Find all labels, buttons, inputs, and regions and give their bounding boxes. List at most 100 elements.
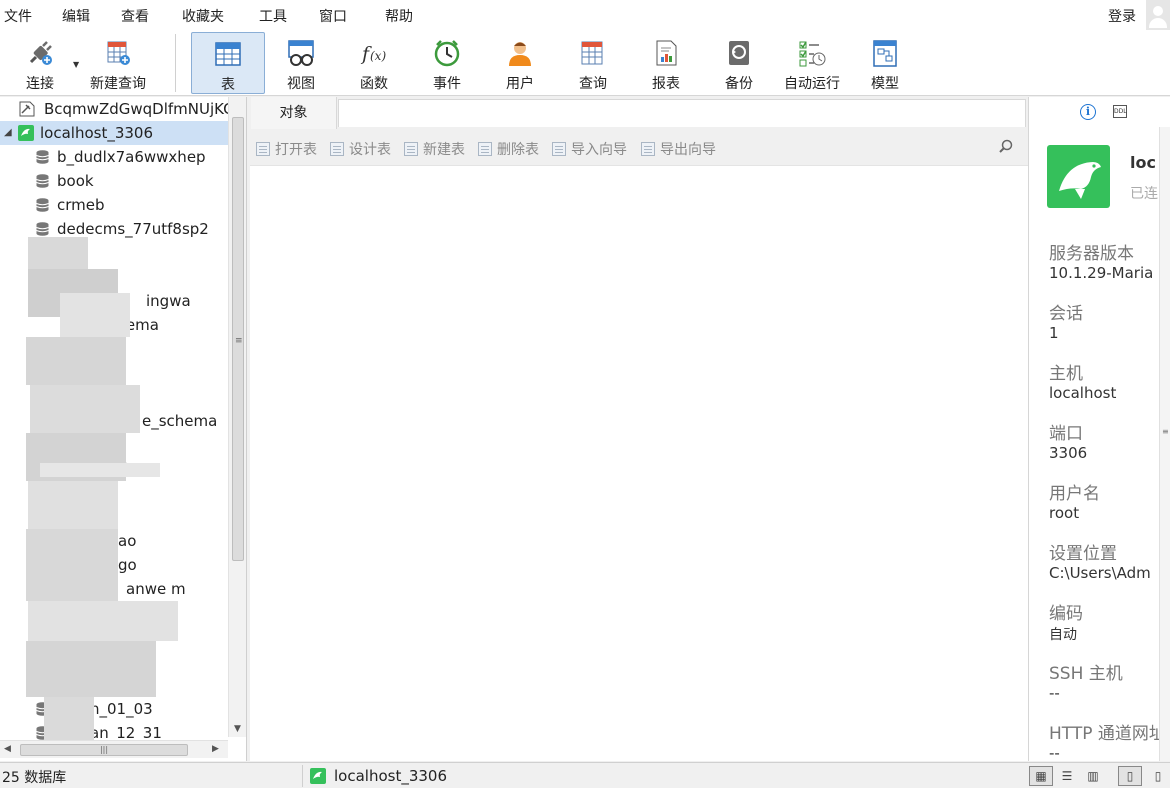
menu-file[interactable]: 文件 [4, 6, 32, 26]
tree-database-item[interactable]: n_01_03 [0, 697, 228, 721]
tree-connection-localhost[interactable]: ◢ localhost_3306 [0, 121, 228, 145]
open-table-button[interactable]: 打开表 [256, 139, 317, 159]
list-view-icon[interactable]: ▦ [1029, 766, 1053, 786]
mariadb-connection-icon [310, 768, 326, 784]
info-label: 会话 [1049, 304, 1083, 324]
search-icon[interactable] [998, 139, 1014, 155]
report-label: 报表 [652, 76, 680, 92]
new-table-label: 新建表 [423, 142, 465, 158]
navicat-window: 文件 编辑 查看 收藏夹 工具 窗口 帮助 登录 连接 ▼ 新建查询 表 视图 … [0, 0, 1170, 788]
new-table-button[interactable]: 新建表 [404, 139, 465, 159]
automation-label: 自动运行 [784, 76, 840, 92]
tab-objects[interactable]: 对象 [251, 97, 337, 129]
connect-dropdown-icon[interactable]: ▼ [73, 60, 79, 69]
plug-icon [29, 41, 52, 65]
design-table-label: 设计表 [349, 142, 391, 158]
backup-button[interactable]: 备份 [706, 32, 772, 94]
delete-table-label: 删除表 [497, 142, 539, 158]
menu-tools[interactable]: 工具 [259, 6, 287, 26]
query-label: 查询 [579, 76, 607, 92]
toggle-right-panel-icon[interactable]: ▯ [1146, 766, 1170, 786]
menu-edit[interactable]: 编辑 [62, 6, 90, 26]
event-label: 事件 [433, 76, 461, 92]
export-wizard-label: 导出向导 [660, 142, 716, 158]
connect-label: 连接 [26, 76, 54, 92]
login-link[interactable]: 登录 [1108, 6, 1136, 26]
database-name: ao [118, 532, 137, 550]
report-icon [656, 40, 677, 66]
ddl-icon[interactable]: DDL [1113, 105, 1127, 118]
connection-tree[interactable]: BcqmwZdGwqDlfmNUjKC ▲ ◢ localhost_3306 b… [0, 97, 247, 761]
view-icon [288, 40, 314, 66]
query-button[interactable]: 查询 [560, 32, 626, 94]
menu-favorites[interactable]: 收藏夹 [182, 6, 224, 26]
tree-database-item[interactable]: b_dudlx7a6wwxhep [0, 145, 228, 169]
info-icon[interactable]: i [1080, 104, 1096, 120]
connect-button[interactable]: 连接 [8, 32, 72, 94]
automation-icon [799, 41, 826, 67]
info-panel-scrollbar[interactable]: ≡ [1159, 127, 1170, 761]
model-label: 模型 [871, 76, 899, 92]
import-wizard-button[interactable]: 导入向导 [552, 139, 627, 159]
object-list-area[interactable] [250, 165, 1028, 761]
database-name: go [118, 556, 137, 574]
design-table-button[interactable]: 设计表 [330, 139, 391, 159]
database-name: ingwa [146, 292, 191, 310]
info-label: 用户名 [1049, 484, 1100, 504]
view-button[interactable]: 视图 [268, 32, 334, 94]
scroll-left-arrow-icon[interactable]: ◀ [4, 744, 11, 754]
info-panel: i DDL loc 已连 服务器版本 10.1.29-Maria 会话 1 主机… [1028, 97, 1170, 761]
backup-label: 备份 [725, 76, 753, 92]
object-toolbar: 打开表 设计表 新建表 删除表 导入向导 导出向导 [250, 131, 1028, 165]
tree-horizontal-scroll-thumb[interactable]: ||| [20, 744, 188, 756]
info-label: 服务器版本 [1049, 244, 1134, 264]
collapse-arrow-icon[interactable]: ◢ [4, 121, 12, 145]
database-name: book [57, 172, 94, 190]
function-icon: f (x) [360, 43, 386, 65]
event-button[interactable]: 事件 [414, 32, 480, 94]
table-button[interactable]: 表 [191, 32, 265, 94]
automation-button[interactable]: 自动运行 [779, 32, 845, 94]
status-separator [302, 765, 303, 787]
menu-help[interactable]: 帮助 [385, 6, 413, 26]
info-label: HTTP 通道网址 [1049, 724, 1166, 744]
tree-vertical-scrollbar[interactable]: ≡ ▼ [228, 97, 246, 737]
function-label: 函数 [360, 76, 388, 92]
menu-view[interactable]: 查看 [121, 6, 149, 26]
new-table-icon [404, 142, 418, 156]
delete-table-icon [478, 142, 492, 156]
new-query-label: 新建查询 [90, 76, 146, 92]
current-connection: localhost_3306 [334, 767, 448, 785]
tree-horizontal-scrollbar[interactable]: ◀ ||| ▶ [0, 740, 228, 758]
scroll-right-arrow-icon[interactable]: ▶ [212, 744, 219, 754]
export-wizard-button[interactable]: 导出向导 [641, 139, 716, 159]
tree-database-item[interactable]: book [0, 169, 228, 193]
detail-view-icon[interactable]: ☰ [1055, 766, 1079, 786]
tree-connection-item[interactable]: BcqmwZdGwqDlfmNUjKC [0, 97, 234, 121]
connection-name: BcqmwZdGwqDlfmNUjKC [44, 100, 234, 118]
user-button[interactable]: 用户 [487, 32, 553, 94]
info-value: 1 [1049, 324, 1059, 342]
open-table-label: 打开表 [275, 142, 317, 158]
database-name: crmeb [57, 196, 105, 214]
function-button[interactable]: f (x) 函数 [341, 32, 407, 94]
info-label: 设置位置 [1049, 544, 1117, 564]
new-query-button[interactable]: 新建查询 [82, 32, 154, 94]
tree-vertical-scroll-thumb[interactable]: ≡ [232, 117, 244, 561]
menu-window[interactable]: 窗口 [319, 6, 347, 26]
redaction-block [60, 293, 130, 337]
database-name: n_01_03 [90, 700, 153, 718]
delete-table-button[interactable]: 删除表 [478, 139, 539, 159]
model-button[interactable]: 模型 [852, 32, 918, 94]
tree-database-item[interactable]: crmeb [0, 193, 228, 217]
tab-strip-fill [338, 99, 1026, 127]
scroll-down-arrow-icon[interactable]: ▼ [234, 724, 241, 734]
er-view-icon[interactable]: ▥ [1081, 766, 1105, 786]
redaction-block [26, 529, 118, 601]
info-label: 端口 [1049, 424, 1083, 444]
report-button[interactable]: 报表 [633, 32, 699, 94]
new-query-icon [107, 41, 130, 65]
user-avatar-icon[interactable] [1146, 0, 1170, 30]
model-icon [873, 40, 897, 67]
toggle-left-panel-icon[interactable]: ▯ [1118, 766, 1142, 786]
